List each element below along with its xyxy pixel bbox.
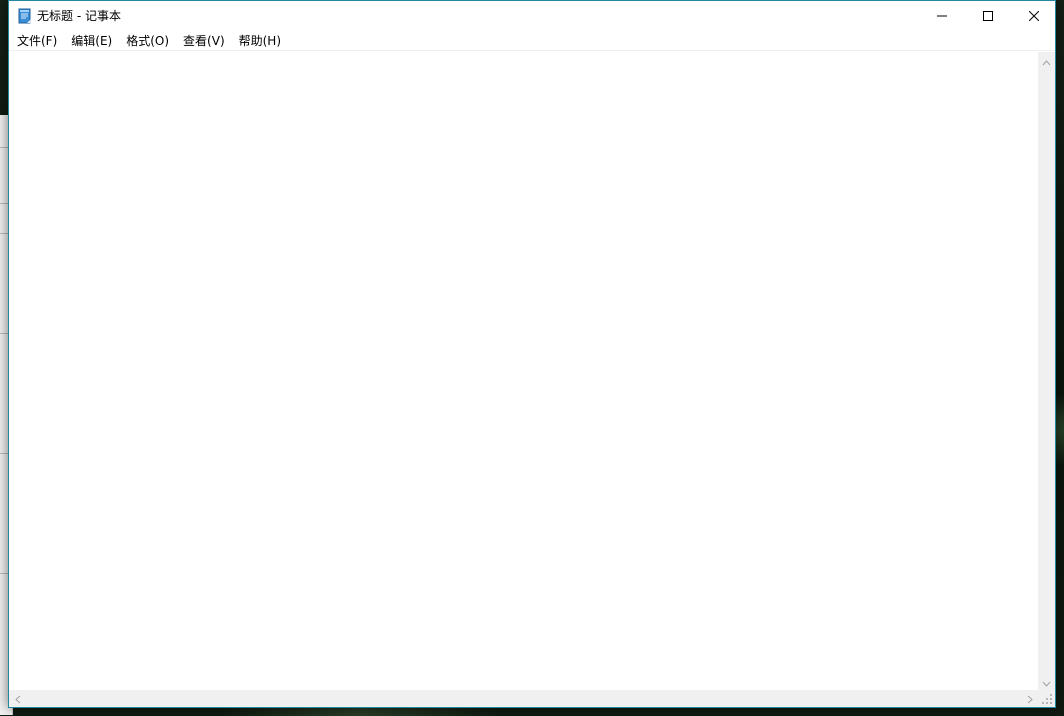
vertical-scrollbar[interactable] <box>1038 52 1055 690</box>
close-icon <box>1029 11 1039 21</box>
scroll-right-button[interactable] <box>1021 690 1038 707</box>
menu-bar: 文件(F) 编辑(E) 格式(O) 查看(V) 帮助(H) <box>9 31 1055 51</box>
resize-grip[interactable] <box>1038 690 1055 707</box>
title-bar[interactable]: 无标题 - 记事本 <box>9 1 1055 31</box>
text-editor[interactable] <box>9 52 1038 690</box>
horizontal-scrollbar[interactable] <box>9 690 1038 707</box>
scroll-down-button[interactable] <box>1038 673 1055 690</box>
minimize-button[interactable] <box>919 1 965 31</box>
notepad-window: 无标题 - 记事本 文件(F) 编辑(E) 格式(O) 查看(V) 帮助(H) <box>8 0 1056 708</box>
chevron-right-icon <box>1027 689 1033 708</box>
notepad-icon[interactable] <box>17 8 33 24</box>
menu-format[interactable]: 格式(O) <box>119 31 176 51</box>
close-button[interactable] <box>1011 1 1057 31</box>
maximize-button[interactable] <box>965 1 1011 31</box>
minimize-icon <box>937 11 947 21</box>
window-title: 无标题 - 记事本 <box>37 9 121 23</box>
menu-file[interactable]: 文件(F) <box>10 31 64 51</box>
maximize-icon <box>983 11 993 21</box>
menu-view[interactable]: 查看(V) <box>176 31 232 51</box>
scroll-left-button[interactable] <box>9 690 26 707</box>
chevron-left-icon <box>14 689 21 708</box>
resize-grip-icon <box>1038 692 1055 711</box>
menu-edit[interactable]: 编辑(E) <box>64 31 119 51</box>
menu-help[interactable]: 帮助(H) <box>232 31 288 51</box>
chevron-down-icon <box>1042 672 1051 691</box>
scroll-up-button[interactable] <box>1038 52 1055 69</box>
chevron-up-icon <box>1042 51 1051 70</box>
